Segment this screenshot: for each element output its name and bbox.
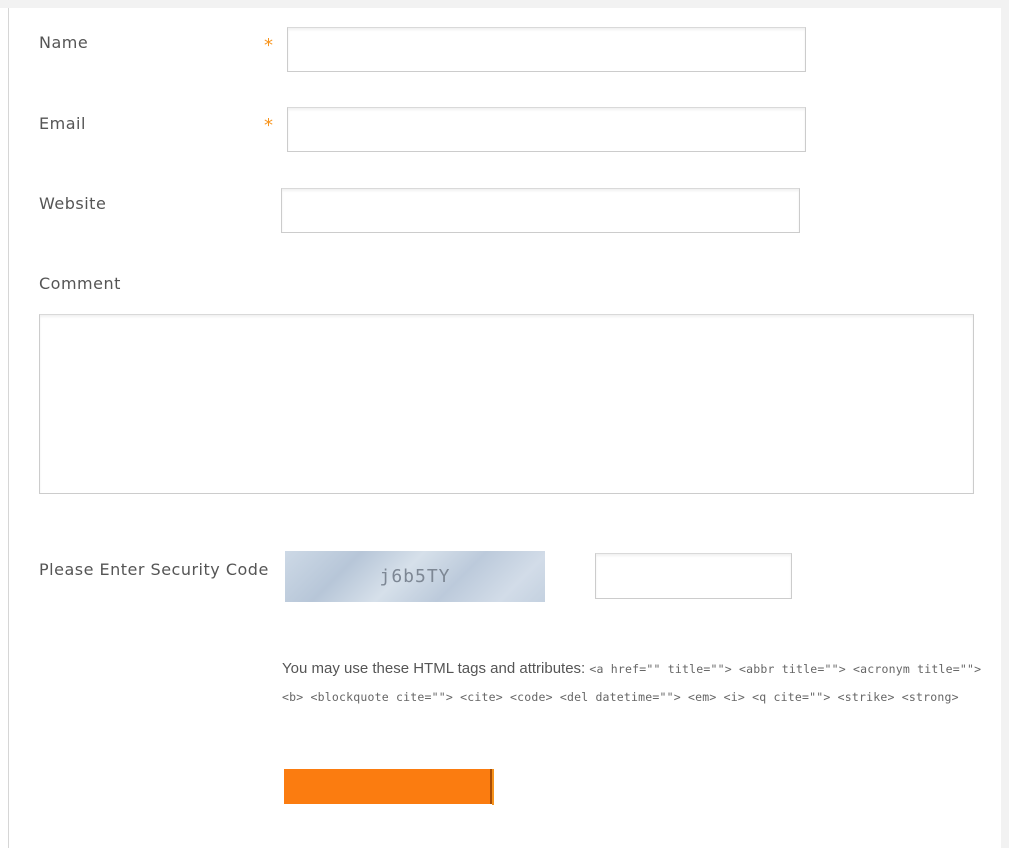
submit-button[interactable] bbox=[284, 769, 493, 804]
comment-form-page: Name * Email * Website Comment Please En… bbox=[0, 0, 1009, 848]
comment-label: Comment bbox=[39, 274, 121, 293]
email-required-marker: * bbox=[264, 115, 273, 136]
captcha-text: j6b5TY bbox=[379, 566, 451, 587]
security-code-input[interactable] bbox=[595, 553, 792, 599]
allowed-tags-intro: You may use these HTML tags and attribut… bbox=[282, 660, 586, 677]
right-border bbox=[1001, 8, 1009, 848]
submit-button-edge bbox=[492, 769, 494, 805]
email-input[interactable] bbox=[287, 107, 806, 152]
top-border bbox=[0, 0, 1009, 8]
name-input[interactable] bbox=[287, 27, 806, 72]
left-border bbox=[8, 8, 9, 848]
website-label: Website bbox=[39, 194, 107, 213]
name-required-marker: * bbox=[264, 35, 273, 56]
comment-textarea[interactable] bbox=[39, 314, 974, 494]
name-label: Name bbox=[39, 33, 89, 52]
email-label: Email bbox=[39, 114, 86, 133]
security-code-label: Please Enter Security Code bbox=[39, 560, 269, 579]
website-input[interactable] bbox=[281, 188, 800, 233]
captcha-image: j6b5TY bbox=[285, 551, 545, 602]
allowed-tags-note: You may use these HTML tags and attribut… bbox=[282, 655, 982, 711]
